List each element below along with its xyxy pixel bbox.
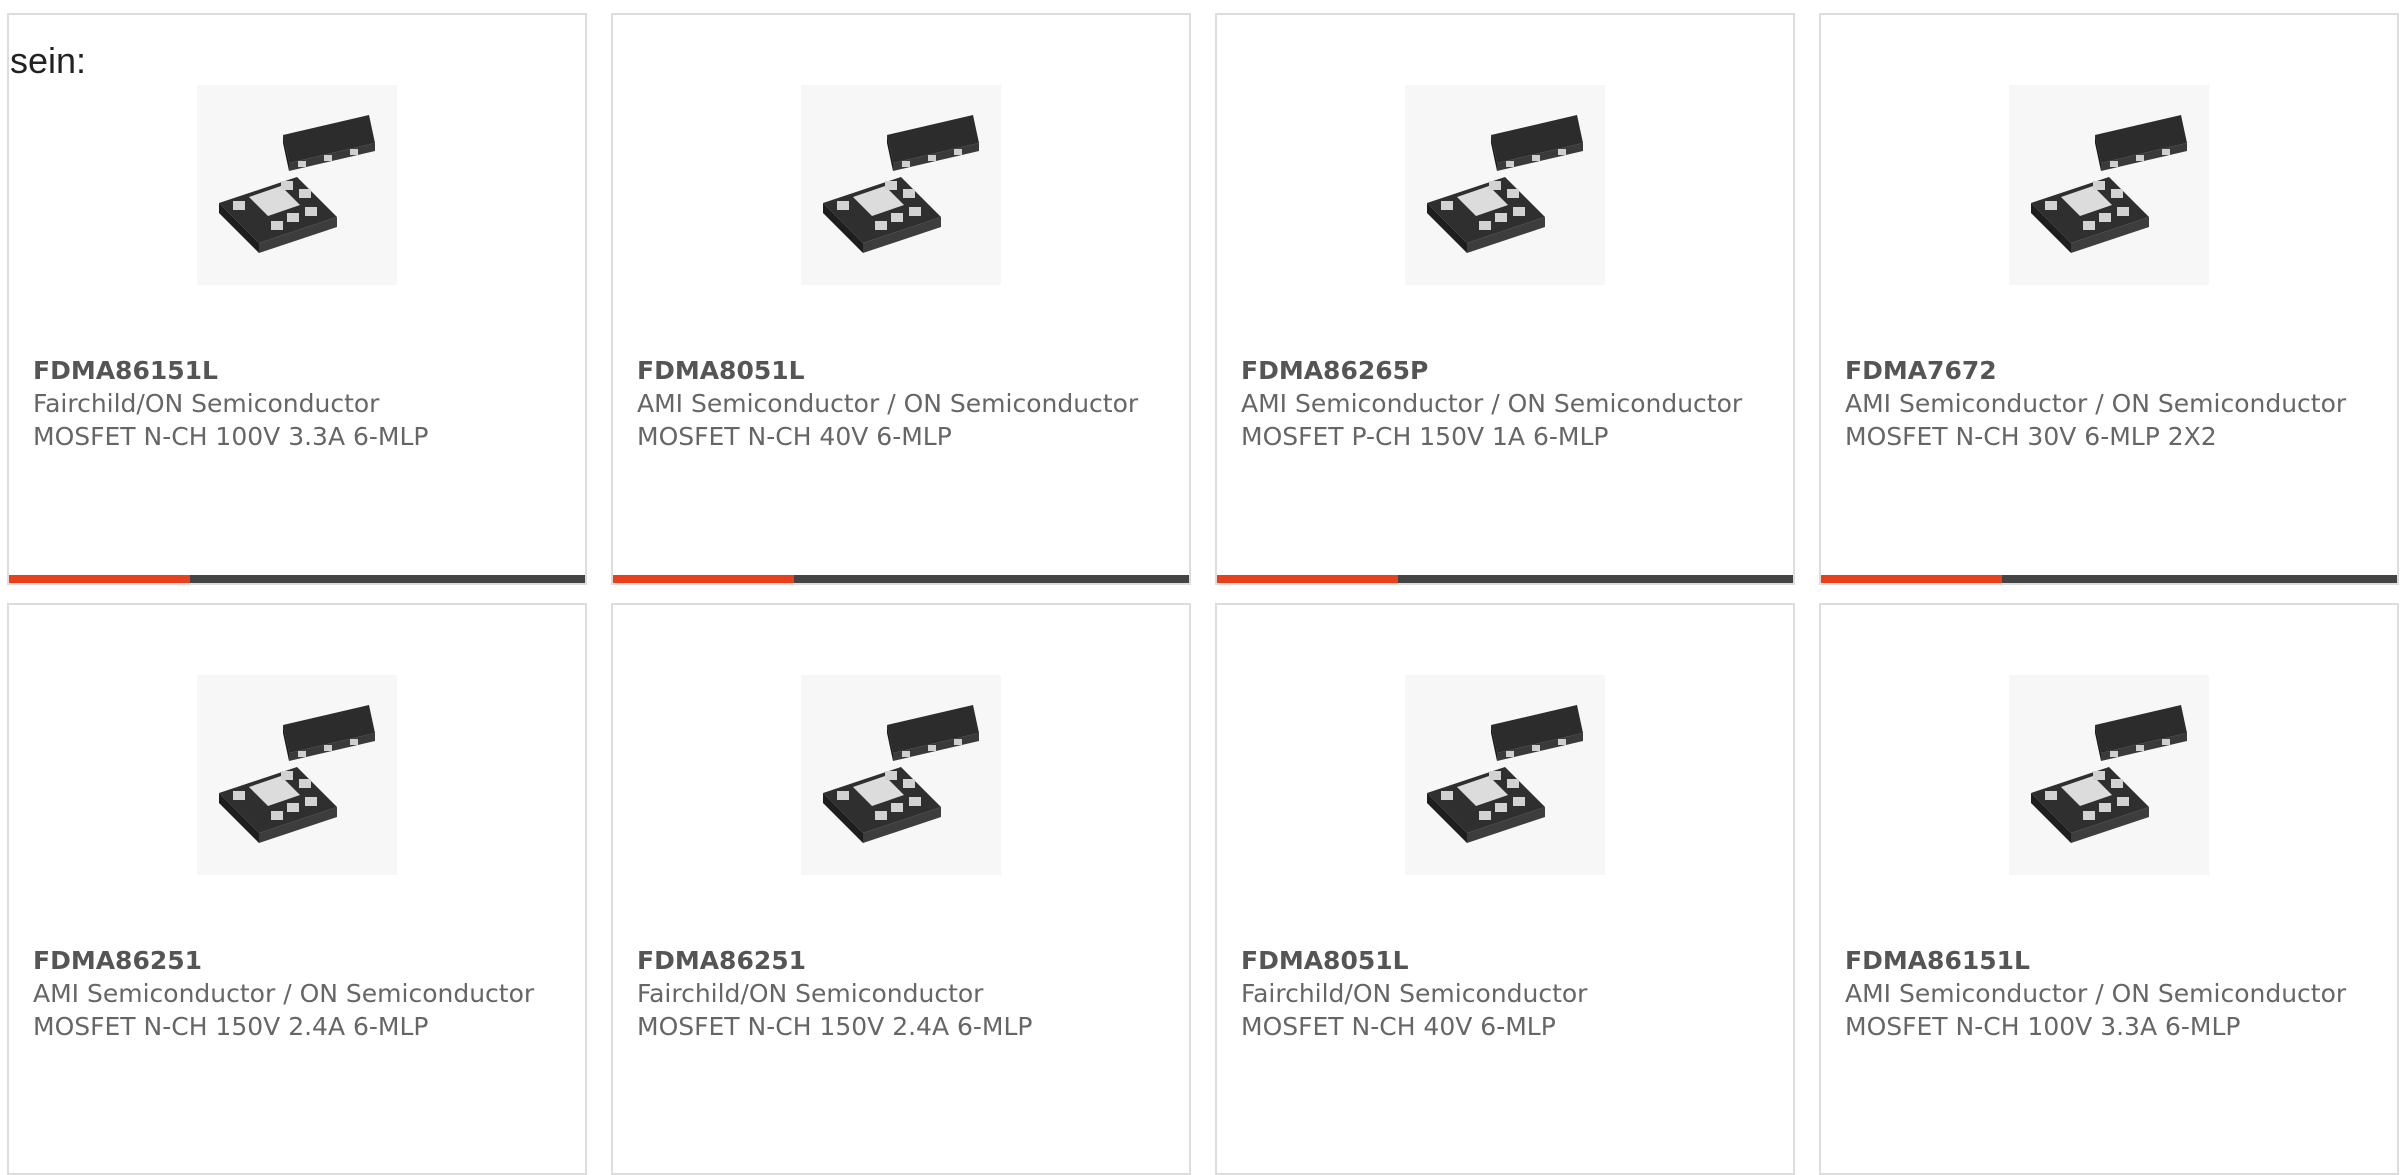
product-part-number[interactable]: FDMA86151L	[33, 354, 561, 387]
product-card[interactable]: FDMA8051L AMI Semiconductor / ON Semicond…	[611, 13, 1191, 585]
product-card[interactable]: FDMA7672 AMI Semiconductor / ON Semicondu…	[1819, 13, 2399, 585]
mlp6-package-icon[interactable]	[801, 85, 1001, 285]
product-manufacturer: Fairchild/ON Semiconductor	[33, 389, 380, 418]
mlp6-package-icon[interactable]	[2009, 675, 2209, 875]
intro-text: sein:	[10, 40, 87, 81]
mlp6-package-icon[interactable]	[1405, 675, 1605, 875]
product-description: MOSFET P-CH 150V 1A 6-MLP	[1241, 422, 1609, 451]
product-manufacturer: Fairchild/ON Semiconductor	[1241, 979, 1588, 1008]
product-info: FDMA7672 AMI Semiconductor / ON Semicondu…	[1845, 354, 2373, 453]
card-hover-bar	[1217, 575, 1793, 583]
product-card[interactable]: FDMA86251 Fairchild/ON Semiconductor MOSFE…	[611, 603, 1191, 1175]
product-card[interactable]: FDMA86265P AMI Semiconductor / ON Semicon…	[1215, 13, 1795, 585]
product-info: FDMA8051L AMI Semiconductor / ON Semicond…	[637, 354, 1165, 453]
product-part-number[interactable]: FDMA8051L	[1241, 944, 1769, 977]
product-description: MOSFET N-CH 100V 3.3A 6-MLP	[33, 422, 429, 451]
product-info: FDMA86251 Fairchild/ON Semiconductor MOSFE…	[637, 944, 1165, 1043]
card-hover-bar	[9, 575, 585, 583]
mlp6-package-icon[interactable]	[197, 675, 397, 875]
product-info: FDMA86151L AMI Semiconductor / ON Semicon…	[1845, 944, 2373, 1043]
product-manufacturer: AMI Semiconductor / ON Semiconductor	[1845, 389, 2347, 418]
product-description: MOSFET N-CH 30V 6-MLP 2X2	[1845, 422, 2217, 451]
product-info: FDMA86265P AMI Semiconductor / ON Semicon…	[1241, 354, 1769, 453]
card-hover-bar-accent	[1821, 575, 2003, 583]
mlp6-package-icon[interactable]	[801, 675, 1001, 875]
product-part-number[interactable]: FDMA86251	[637, 944, 1165, 977]
product-info: FDMA8051L Fairchild/ON Semiconductor MOSFE…	[1241, 944, 1769, 1043]
product-part-number[interactable]: FDMA8051L	[637, 354, 1165, 387]
card-hover-bar	[1821, 575, 2397, 583]
product-description: MOSFET N-CH 40V 6-MLP	[637, 422, 952, 451]
mlp6-package-icon[interactable]	[1405, 85, 1605, 285]
mlp6-package-icon[interactable]	[2009, 85, 2209, 285]
card-hover-bar	[613, 575, 1189, 583]
product-manufacturer: AMI Semiconductor / ON Semiconductor	[1845, 979, 2347, 1008]
product-description: MOSFET N-CH 150V 2.4A 6-MLP	[637, 1012, 1033, 1041]
product-manufacturer: Fairchild/ON Semiconductor	[637, 979, 984, 1008]
product-description: MOSFET N-CH 150V 2.4A 6-MLP	[33, 1012, 429, 1041]
product-part-number[interactable]: FDMA86265P	[1241, 354, 1769, 387]
product-part-number[interactable]: FDMA86151L	[1845, 944, 2373, 977]
product-part-number[interactable]: FDMA86251	[33, 944, 561, 977]
product-manufacturer: AMI Semiconductor / ON Semiconductor	[637, 389, 1139, 418]
product-info: FDMA86251 AMI Semiconductor / ON Semicond…	[33, 944, 561, 1043]
product-description: MOSFET N-CH 40V 6-MLP	[1241, 1012, 1556, 1041]
product-card[interactable]: FDMA86151L AMI Semiconductor / ON Semicon…	[1819, 603, 2399, 1175]
card-hover-bar-accent	[613, 575, 795, 583]
product-manufacturer: AMI Semiconductor / ON Semiconductor	[1241, 389, 1743, 418]
product-card[interactable]: FDMA86251 AMI Semiconductor / ON Semicond…	[7, 603, 587, 1175]
product-description: MOSFET N-CH 100V 3.3A 6-MLP	[1845, 1012, 2241, 1041]
product-card[interactable]: FDMA8051L Fairchild/ON Semiconductor MOSFE…	[1215, 603, 1795, 1175]
product-info: FDMA86151L Fairchild/ON Semiconductor MOSF…	[33, 354, 561, 453]
card-hover-bar-accent	[9, 575, 191, 583]
product-part-number[interactable]: FDMA7672	[1845, 354, 2373, 387]
product-manufacturer: AMI Semiconductor / ON Semiconductor	[33, 979, 535, 1008]
card-hover-bar-accent	[1217, 575, 1399, 583]
mlp6-package-icon[interactable]	[197, 85, 397, 285]
product-card[interactable]: FDMA86151L Fairchild/ON Semiconductor MOSF…	[7, 13, 587, 585]
